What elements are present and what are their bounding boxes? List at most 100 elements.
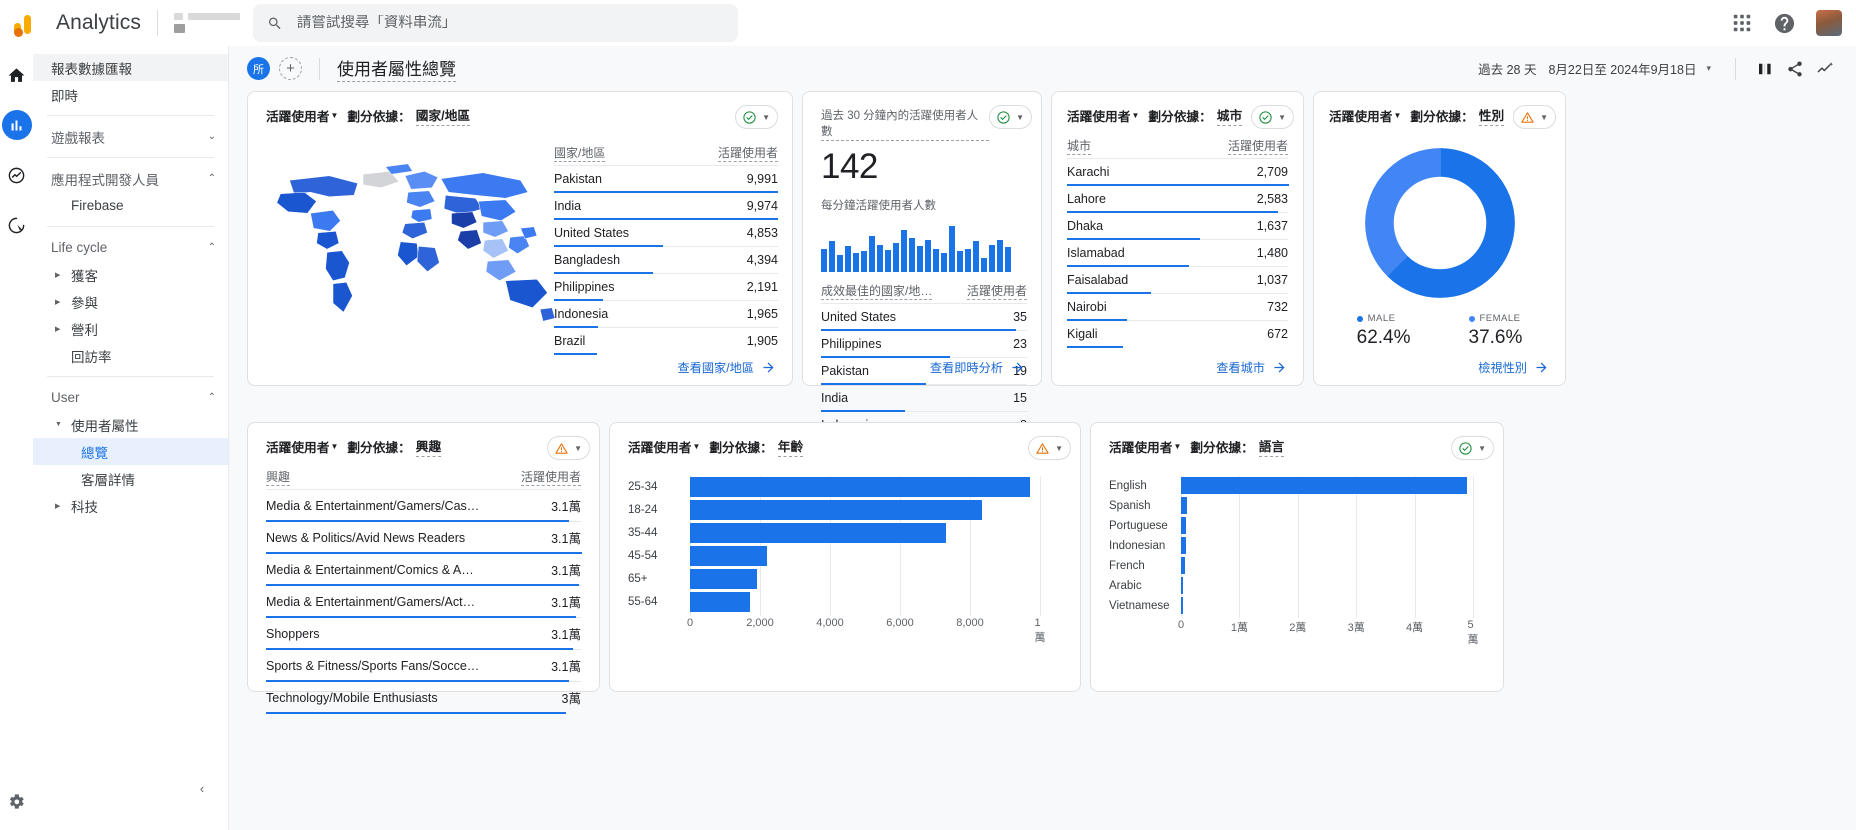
table-row[interactable]: News & Politics/Avid News Readers 3.1萬 <box>266 521 582 554</box>
language-bar-chart[interactable]: English Spanish Portuguese Indonesian French… <box>1091 476 1503 646</box>
card-link-realtime[interactable]: 查看即時分析 <box>930 358 1025 376</box>
table-row[interactable]: Bangladesh 4,394 <box>554 246 778 274</box>
table-row[interactable]: Pakistan 9,991 <box>554 165 778 193</box>
bar-row[interactable]: English <box>1109 476 1485 495</box>
sidebar-item-app-developer[interactable]: 應用程式開發人員 ⌃ <box>33 165 228 192</box>
sidebar-item-acquisition[interactable]: ▶ 獲客 <box>33 261 228 288</box>
avatar[interactable] <box>1816 10 1842 36</box>
data-quality-pill-ok[interactable]: ▼ <box>735 105 778 129</box>
data-quality-pill-warning[interactable]: ▼ <box>1513 105 1556 129</box>
sidebar-item-firebase[interactable]: Firebase <box>33 192 228 219</box>
data-quality-pill-warning[interactable]: ▼ <box>547 436 590 460</box>
table-row[interactable]: Shoppers 3.1萬 <box>266 617 581 650</box>
card-dimension-label[interactable]: 語言 <box>1258 436 1285 457</box>
bar-row[interactable]: 65+ <box>628 568 1062 590</box>
sidebar-item-realtime[interactable]: 即時 <box>33 81 228 108</box>
bar-row[interactable]: Arabic <box>1109 576 1485 595</box>
table-row[interactable]: India 9,974 <box>554 192 778 220</box>
rail-home-icon[interactable] <box>2 60 32 90</box>
card-link-city[interactable]: 查看城市 <box>1216 358 1287 376</box>
card-metric-label[interactable]: 活躍使用者 <box>1329 106 1392 125</box>
data-quality-pill-ok[interactable]: ▼ <box>989 105 1032 129</box>
sidebar-item-reports-snapshot[interactable]: 報表數據匯報 <box>33 54 228 81</box>
age-bar-chart[interactable]: 25-34 18-24 35-44 45-54 65+ 55-64 0 2,000 4,000 6… <box>610 476 1080 644</box>
sidebar-collapse-button[interactable]: ‹ <box>190 776 214 800</box>
sidebar-item-overview[interactable]: 總覽 <box>33 438 228 465</box>
card-metric-label[interactable]: 活躍使用者 <box>1109 437 1172 456</box>
table-row[interactable]: Lahore 2,583 <box>1067 185 1288 213</box>
rail-advertising-icon[interactable] <box>2 210 32 240</box>
table-row[interactable]: Indonesia 1,965 <box>554 300 778 328</box>
chevron-down-icon[interactable]: ▼ <box>330 442 338 451</box>
insights-icon[interactable] <box>1812 56 1838 82</box>
add-comparison-button[interactable]: + <box>279 57 302 80</box>
bar-row[interactable]: Spanish <box>1109 496 1485 515</box>
table-row[interactable]: Media & Entertainment/Gamers/Cas… 3.1萬 <box>266 489 581 522</box>
bar-row[interactable]: 18-24 <box>628 499 1062 521</box>
table-row[interactable]: United States 35 <box>821 303 1027 331</box>
rail-reports-icon[interactable] <box>1 110 32 140</box>
card-dimension-label[interactable]: 國家/地區 <box>415 105 471 126</box>
sidebar-item-engagement[interactable]: ▶ 參與 <box>33 288 228 315</box>
table-row[interactable]: Nairobi 732 <box>1067 293 1288 321</box>
search-input[interactable] <box>296 15 724 31</box>
table-row[interactable]: United States 4,853 <box>554 219 778 247</box>
card-dimension-label[interactable]: 興趣 <box>415 436 442 457</box>
table-row[interactable]: Dhaka 1,637 <box>1067 212 1288 240</box>
share-icon[interactable] <box>1782 56 1808 82</box>
world-map-chart[interactable] <box>258 140 558 345</box>
bar-row[interactable]: 55-64 <box>628 591 1062 613</box>
bar-row[interactable]: Portuguese <box>1109 516 1485 535</box>
sidebar-item-tech[interactable]: ▶ 科技 <box>33 492 228 519</box>
help-icon[interactable] <box>1773 12 1796 35</box>
card-metric-label[interactable]: 活躍使用者 <box>628 437 691 456</box>
date-range-label[interactable]: 8月22日至 2024年9月18日 <box>1548 59 1696 78</box>
table-row[interactable]: Media & Entertainment/Gamers/Act… 3.1萬 <box>266 585 581 618</box>
data-quality-pill-ok[interactable]: ▼ <box>1251 105 1294 129</box>
bar-row[interactable]: 45-54 <box>628 545 1062 567</box>
table-row[interactable]: Technology/Mobile Enthusiasts 3萬 <box>266 681 581 714</box>
data-quality-pill-ok[interactable]: ▼ <box>1451 436 1494 460</box>
table-row[interactable]: Kigali 672 <box>1067 320 1288 348</box>
sidebar-item-monetisation[interactable]: ▶ 營利 <box>33 315 228 342</box>
table-row[interactable]: Faisalabad 1,037 <box>1067 266 1288 294</box>
bar-row[interactable]: Indonesian <box>1109 536 1485 555</box>
table-row[interactable]: Philippines 2,191 <box>554 273 778 301</box>
apps-grid-icon[interactable] <box>1731 12 1753 34</box>
date-preset-label[interactable]: 過去 28 天 <box>1478 59 1536 78</box>
card-dimension-label[interactable]: 年齡 <box>777 436 804 457</box>
gender-donut-chart[interactable] <box>1314 143 1565 303</box>
card-metric-label[interactable]: 活躍使用者 <box>266 437 329 456</box>
comparison-chip[interactable]: 所 <box>247 57 270 80</box>
chevron-down-icon[interactable]: ▾ <box>1706 63 1711 74</box>
table-row[interactable]: Islamabad 1,480 <box>1067 239 1288 267</box>
table-row[interactable]: Philippines 23 <box>821 330 1027 358</box>
table-row[interactable]: Karachi 2,709 <box>1067 158 1289 186</box>
card-link-country[interactable]: 查看國家/地區 <box>677 358 776 376</box>
sidebar-item-game-reports[interactable]: 遊戲報表 ⌄ <box>33 123 228 150</box>
card-link-gender[interactable]: 檢視性別 <box>1478 358 1549 376</box>
table-row[interactable]: India 15 <box>821 384 1027 412</box>
chevron-down-icon[interactable]: ▼ <box>1393 111 1401 120</box>
search-bar[interactable] <box>253 4 738 42</box>
chevron-down-icon[interactable]: ▼ <box>330 111 338 120</box>
table-row[interactable]: Sports & Fitness/Sports Fans/Socce… 3.1萬 <box>266 649 581 682</box>
sidebar-item-demographic-details[interactable]: 客層詳情 <box>33 465 228 492</box>
sidebar-item-user[interactable]: User ⌃ <box>33 384 228 411</box>
bar-row[interactable]: Vietnamese <box>1109 596 1485 615</box>
card-metric-label[interactable]: 活躍使用者 <box>266 106 329 125</box>
realtime-label[interactable]: 過去 30 分鐘內的活躍使用者人數 <box>821 107 990 141</box>
sidebar-item-user-attributes[interactable]: ▼ 使用者屬性 <box>33 411 228 438</box>
chevron-down-icon[interactable]: ▼ <box>692 442 700 451</box>
sidebar-item-retention[interactable]: 回訪率 <box>33 342 228 369</box>
card-dimension-label[interactable]: 性別 <box>1478 105 1505 126</box>
card-metric-label[interactable]: 活躍使用者 <box>1067 106 1130 125</box>
chevron-down-icon[interactable]: ▼ <box>1173 442 1181 451</box>
rail-settings-gear-icon[interactable] <box>2 786 32 816</box>
data-quality-pill-warning[interactable]: ▼ <box>1028 436 1071 460</box>
card-dimension-label[interactable]: 城市 <box>1216 105 1243 126</box>
bar-row[interactable]: French <box>1109 556 1485 575</box>
table-row[interactable]: Brazil 1,905 <box>554 327 778 355</box>
rail-explore-icon[interactable] <box>2 160 32 190</box>
compare-icon[interactable] <box>1752 56 1778 82</box>
